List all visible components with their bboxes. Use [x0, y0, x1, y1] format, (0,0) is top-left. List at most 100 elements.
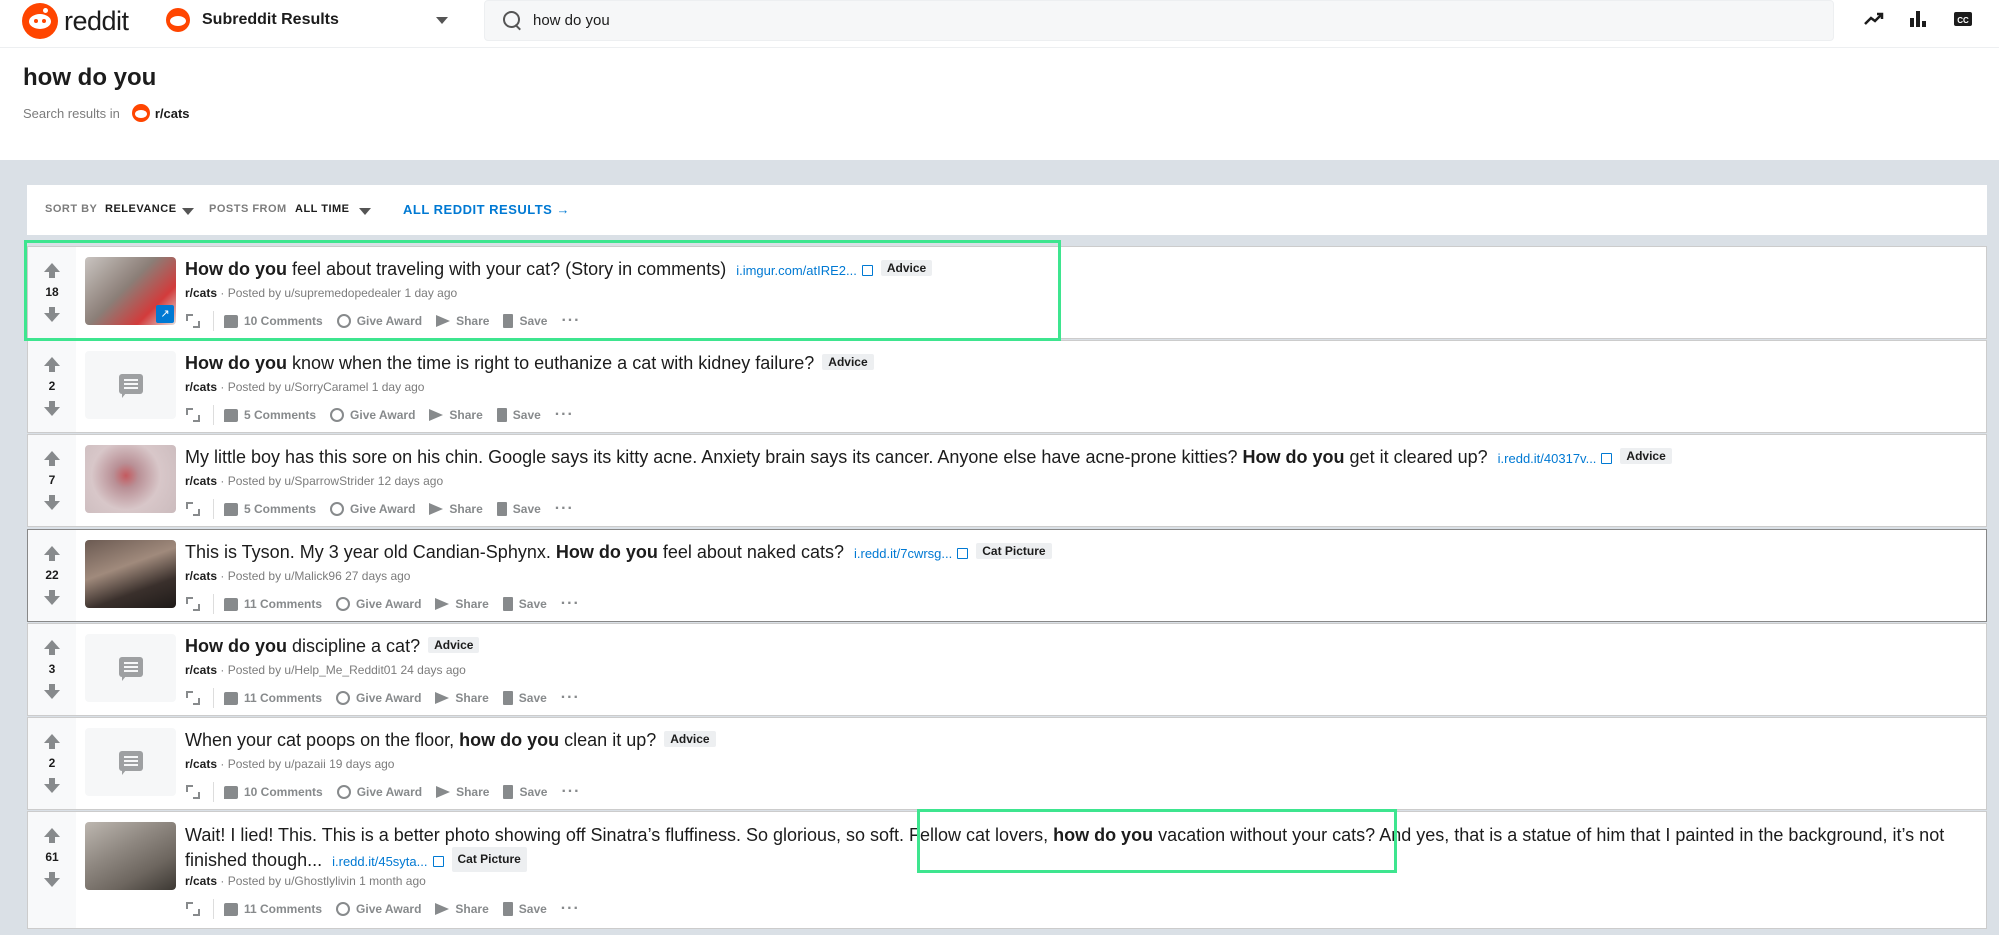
search-result-post[interactable]: 7 My little boy has this sore on his chin… [27, 434, 1987, 527]
leaderboard-icon[interactable] [1906, 8, 1930, 32]
comments-button[interactable]: 5 Comments [224, 408, 316, 422]
share-button[interactable]: Share [429, 408, 483, 422]
expand-icon[interactable] [185, 313, 201, 329]
comments-button[interactable]: 5 Comments [224, 502, 316, 516]
expand-icon[interactable] [185, 407, 201, 423]
downvote-icon[interactable] [44, 778, 60, 793]
expand-icon[interactable] [185, 596, 201, 612]
share-button[interactable]: Share [435, 597, 489, 611]
more-options-icon[interactable]: ··· [561, 783, 580, 801]
more-options-icon[interactable]: ··· [561, 595, 580, 613]
post-thumbnail[interactable] [85, 351, 176, 419]
share-button[interactable]: Share [435, 691, 489, 705]
closed-captions-icon[interactable]: CC [1951, 8, 1975, 32]
comments-button[interactable]: 10 Comments [224, 314, 323, 328]
post-thumbnail[interactable] [85, 822, 176, 890]
post-title[interactable]: Wait! I lied! This. This is a better pho… [185, 824, 1975, 873]
post-thumbnail[interactable] [85, 445, 176, 513]
post-flair[interactable]: Cat Picture [976, 543, 1052, 559]
search-result-post[interactable]: 22 This is Tyson. My 3 year old Candian-S… [27, 529, 1987, 622]
post-subreddit-link[interactable]: r/cats [185, 474, 217, 488]
post-domain-link[interactable]: i.imgur.com/atIRE2... [736, 263, 857, 278]
all-reddit-results-link[interactable]: ALL REDDIT RESULTS → [403, 202, 570, 217]
search-bar[interactable] [484, 0, 1834, 41]
chevron-down-icon[interactable] [359, 208, 371, 215]
post-title[interactable]: This is Tyson. My 3 year old Candian-Sph… [185, 542, 1052, 563]
scope-subreddit-link[interactable]: r/cats [155, 106, 190, 121]
give-award-button[interactable]: Give Award [336, 314, 422, 328]
share-button[interactable]: Share [436, 785, 489, 799]
save-button[interactable]: Save [502, 691, 547, 705]
upvote-icon[interactable] [44, 357, 60, 372]
post-flair[interactable]: Advice [1620, 448, 1672, 464]
upvote-icon[interactable] [44, 263, 60, 278]
post-flair[interactable]: Advice [664, 731, 716, 747]
upvote-icon[interactable] [44, 640, 60, 655]
post-subreddit-link[interactable]: r/cats [185, 286, 217, 300]
share-button[interactable]: Share [435, 902, 489, 916]
post-subreddit-link[interactable]: r/cats [185, 757, 217, 771]
reddit-logo[interactable]: reddit [22, 3, 129, 39]
chevron-down-icon[interactable] [182, 208, 194, 215]
search-result-post[interactable]: 2 How do you know when the time is right … [27, 340, 1987, 433]
search-result-post[interactable]: 2 When your cat poops on the floor, how d… [27, 717, 1987, 810]
upvote-icon[interactable] [44, 546, 60, 561]
sort-by-dropdown[interactable]: RELEVANCE [105, 203, 177, 215]
post-thumbnail[interactable] [85, 634, 176, 702]
post-title[interactable]: How do you know when the time is right t… [185, 353, 874, 374]
post-domain-link[interactable]: i.redd.it/45syta... [332, 854, 427, 869]
more-options-icon[interactable]: ··· [561, 689, 580, 707]
post-subreddit-link[interactable]: r/cats [185, 874, 217, 888]
post-domain-link[interactable]: i.redd.it/7cwrsg... [854, 546, 952, 561]
post-title[interactable]: How do you feel about traveling with you… [185, 259, 933, 280]
expand-icon[interactable] [185, 901, 201, 917]
comments-button[interactable]: 11 Comments [224, 691, 322, 705]
trending-icon[interactable] [1862, 8, 1886, 32]
save-button[interactable]: Save [503, 785, 547, 799]
post-flair[interactable]: Advice [880, 260, 933, 276]
upvote-icon[interactable] [44, 734, 60, 749]
post-subreddit-link[interactable]: r/cats [185, 380, 217, 394]
post-subreddit-link[interactable]: r/cats [185, 663, 217, 677]
upvote-icon[interactable] [44, 828, 60, 843]
upvote-icon[interactable] [44, 451, 60, 466]
post-flair[interactable]: Advice [822, 354, 874, 370]
save-button[interactable]: Save [502, 902, 547, 916]
save-button[interactable]: Save [503, 314, 547, 328]
give-award-button[interactable]: Give Award [336, 597, 421, 611]
subreddit-results-dropdown[interactable]: Subreddit Results [166, 0, 456, 40]
comments-button[interactable]: 11 Comments [224, 597, 322, 611]
search-result-post[interactable]: 3 How do you discipline a cat? Advice r/cat… [27, 623, 1987, 716]
search-input[interactable] [533, 12, 1813, 29]
more-options-icon[interactable]: ··· [561, 312, 580, 330]
give-award-button[interactable]: Give Award [330, 502, 415, 516]
give-award-button[interactable]: Give Award [330, 408, 415, 422]
expand-icon[interactable] [185, 784, 201, 800]
post-flair[interactable]: Cat Picture [451, 847, 527, 872]
post-title[interactable]: My little boy has this sore on his chin.… [185, 447, 1672, 468]
downvote-icon[interactable] [44, 872, 60, 887]
expand-icon[interactable] [185, 501, 201, 517]
post-flair[interactable]: Advice [428, 637, 480, 653]
downvote-icon[interactable] [44, 307, 60, 322]
save-button[interactable]: Save [496, 502, 541, 516]
give-award-button[interactable]: Give Award [336, 691, 421, 705]
give-award-button[interactable]: Give Award [336, 902, 421, 916]
posts-from-dropdown[interactable]: ALL TIME [295, 203, 350, 215]
comments-button[interactable]: 10 Comments [224, 785, 323, 799]
downvote-icon[interactable] [44, 590, 60, 605]
post-title[interactable]: When your cat poops on the floor, how do… [185, 730, 716, 751]
comments-button[interactable]: 11 Comments [224, 902, 322, 916]
share-button[interactable]: Share [436, 314, 489, 328]
more-options-icon[interactable]: ··· [555, 406, 574, 424]
post-thumbnail[interactable]: ↗ [85, 257, 176, 325]
post-thumbnail[interactable] [85, 728, 176, 796]
share-button[interactable]: Share [429, 502, 483, 516]
downvote-icon[interactable] [44, 495, 60, 510]
search-result-post[interactable]: 18 ↗ How do you feel about traveling with … [27, 246, 1987, 339]
downvote-icon[interactable] [44, 401, 60, 416]
post-thumbnail[interactable] [85, 540, 176, 608]
give-award-button[interactable]: Give Award [336, 785, 422, 799]
post-domain-link[interactable]: i.redd.it/40317v... [1498, 451, 1597, 466]
downvote-icon[interactable] [44, 684, 60, 699]
